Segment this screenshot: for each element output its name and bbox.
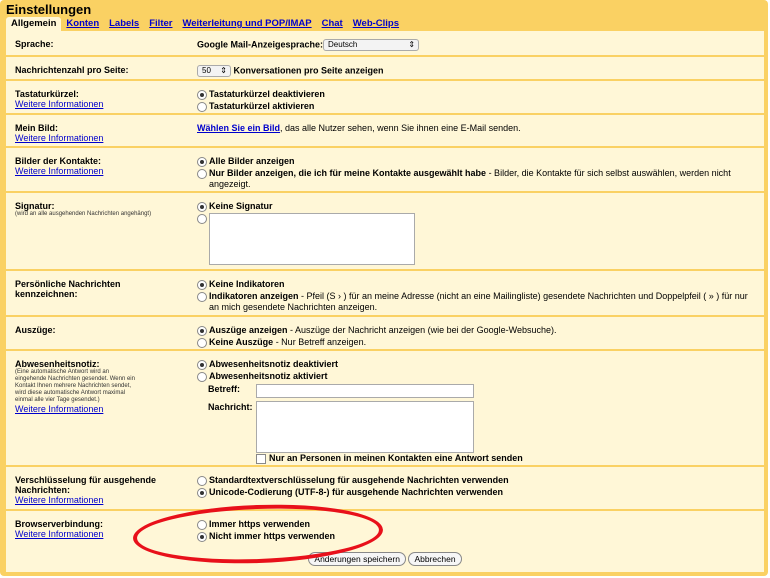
label: Bilder der Kontakte: [15,156,102,166]
radio-shortcuts-on[interactable] [197,101,207,112]
tab-weiterleitung[interactable]: Weiterleitung und POP/IMAP [177,17,316,31]
hint: (Eine automatische Antwort wird an einge… [15,369,135,403]
settings-frame: Einstellungen Allgemein Konten Labels Fi… [0,0,768,576]
label: Browserverbindung: [15,519,104,529]
option-label: Auszüge anzeigen [209,325,288,335]
chevron-updown-icon: ⇕ [408,40,416,49]
tab-filter[interactable]: Filter [144,17,177,31]
subject-input[interactable] [256,384,474,398]
option-label: Tastaturkürzel aktivieren [209,100,315,111]
more-info-link[interactable]: Weitere Informationen [15,404,140,415]
radio-standard-encoding[interactable] [197,476,207,486]
radio-no-indicators[interactable] [197,280,207,290]
message-textarea[interactable] [256,401,474,453]
button-bar: Änderungen speichern Abbrechen [6,549,764,566]
row-browser: Browserverbindung: Weitere Informationen … [6,511,764,549]
row-bild: Mein Bild: Weitere Informationen Wählen S… [6,115,764,148]
label: Tastaturkürzel: [15,89,79,99]
option-label: Standardtextverschlüsselung für ausgehen… [209,475,509,485]
option-label: Keine Indikatoren [209,279,285,289]
label: Mein Bild: [15,123,58,133]
radio-signature[interactable] [197,213,207,224]
tab-chat[interactable]: Chat [317,17,348,31]
row-nachrichtenzahl: Nachrichtenzahl pro Seite: 50 ⇕ Konversat… [6,57,764,81]
label: Betreff: [208,384,241,394]
radio-show-indicators[interactable] [197,291,207,302]
option-label: Unicode-Codierung (UTF-8-) für ausgehend… [209,486,504,497]
row-persoenlich: Persönliche Nachrichten kennzeichnen: Ke… [6,271,764,317]
language-select[interactable]: Deutsch ⇕ [323,39,420,51]
radio-no-snippets[interactable] [197,337,207,348]
label: Google Mail-Anzeigesprache: [197,39,324,50]
label: Nachricht: [208,402,253,412]
option-label: Abwesenheitsnotiz deaktiviert [209,359,339,369]
label: Nachrichtenzahl pro Seite: [15,65,129,75]
text: , das alle Nutzer sehen, wenn Sie ihnen … [280,123,521,133]
tab-bar: Allgemein Konten Labels Filter Weiterlei… [6,17,404,31]
label: Auszüge: [15,325,56,335]
hint: (wird an alle ausgehenden Nachrichten an… [15,211,152,217]
option-label: Tastaturkürzel deaktivieren [209,89,325,99]
contacts-only-checkbox[interactable] [256,453,266,464]
radio-all-pictures[interactable] [197,157,207,167]
label: Abwesenheitsnotiz: [15,359,100,369]
option-label: Alle Bilder anzeigen [209,156,295,166]
choose-picture-link[interactable]: Wählen Sie ein Bild [197,123,280,133]
tab-web-clips[interactable]: Web-Clips [348,17,404,31]
label: Verschlüsselung für ausgehende Nachricht… [15,475,157,495]
label: Persönliche Nachrichten kennzeichnen: [15,279,121,299]
more-info-link[interactable]: Weitere Informationen [15,133,185,144]
option-label: Keine Signatur [209,201,273,211]
tab-allgemein[interactable]: Allgemein [6,17,62,31]
label: Sprache: [15,39,54,49]
radio-utf8-encoding[interactable] [197,487,207,498]
radio-show-snippets[interactable] [197,326,207,336]
settings-panel: Sprache: Google Mail-Anzeigesprache: Deut… [6,31,764,572]
select-value: 50 [202,66,211,75]
page-size-select[interactable]: 50 ⇕ [197,65,231,77]
tab-labels[interactable]: Labels [104,17,144,31]
option-desc: - Nur Betreff anzeigen. [273,336,367,347]
more-info-link[interactable]: Weitere Informationen [15,99,185,110]
label: Konversationen pro Seite anzeigen [233,65,384,76]
radio-no-signature[interactable] [197,202,207,212]
more-info-link[interactable]: Weitere Informationen [15,166,185,177]
select-value: Deutsch [328,40,358,49]
option-desc: - Auszüge der Nachricht anzeigen (wie be… [287,325,557,335]
more-info-link[interactable]: Weitere Informationen [15,495,185,506]
radio-vacation-off[interactable] [197,360,207,370]
row-sprache: Sprache: Google Mail-Anzeigesprache: Deut… [6,31,764,57]
option-label: Indikatoren anzeigen [209,290,299,301]
row-signatur: Signatur: (wird an alle ausgehenden Nachr… [6,193,764,271]
tab-konten[interactable]: Konten [61,17,104,31]
option-label: Nur an Personen in meinen Kontakten eine… [269,453,523,463]
option-label: Abwesenheitsnotiz aktiviert [209,370,328,381]
chevron-updown-icon: ⇕ [220,66,227,75]
radio-shortcuts-off[interactable] [197,90,207,100]
row-verschluesselung: Verschlüsselung für ausgehende Nachricht… [6,467,764,511]
option-label: Nur Bilder anzeigen, die ich für meine K… [209,167,487,178]
page-title: Einstellungen [6,2,92,17]
option-label: Keine Auszüge [209,336,274,347]
signature-textarea[interactable] [209,212,415,265]
label: Signatur: [15,201,55,211]
row-tastatur: Tastaturkürzel: Weitere Informationen Tas… [6,81,764,115]
radio-my-pictures[interactable] [197,168,207,179]
row-abwesenheit: Abwesenheitsnotiz: (Eine automatische Ant… [6,351,764,467]
radio-vacation-on[interactable] [197,371,207,382]
row-auszuege: Auszüge: Auszüge anzeigen - Auszüge der … [6,317,764,351]
row-kontakte: Bilder der Kontakte: Weitere Informatione… [6,148,764,193]
cancel-button[interactable]: Abbrechen [408,552,462,566]
